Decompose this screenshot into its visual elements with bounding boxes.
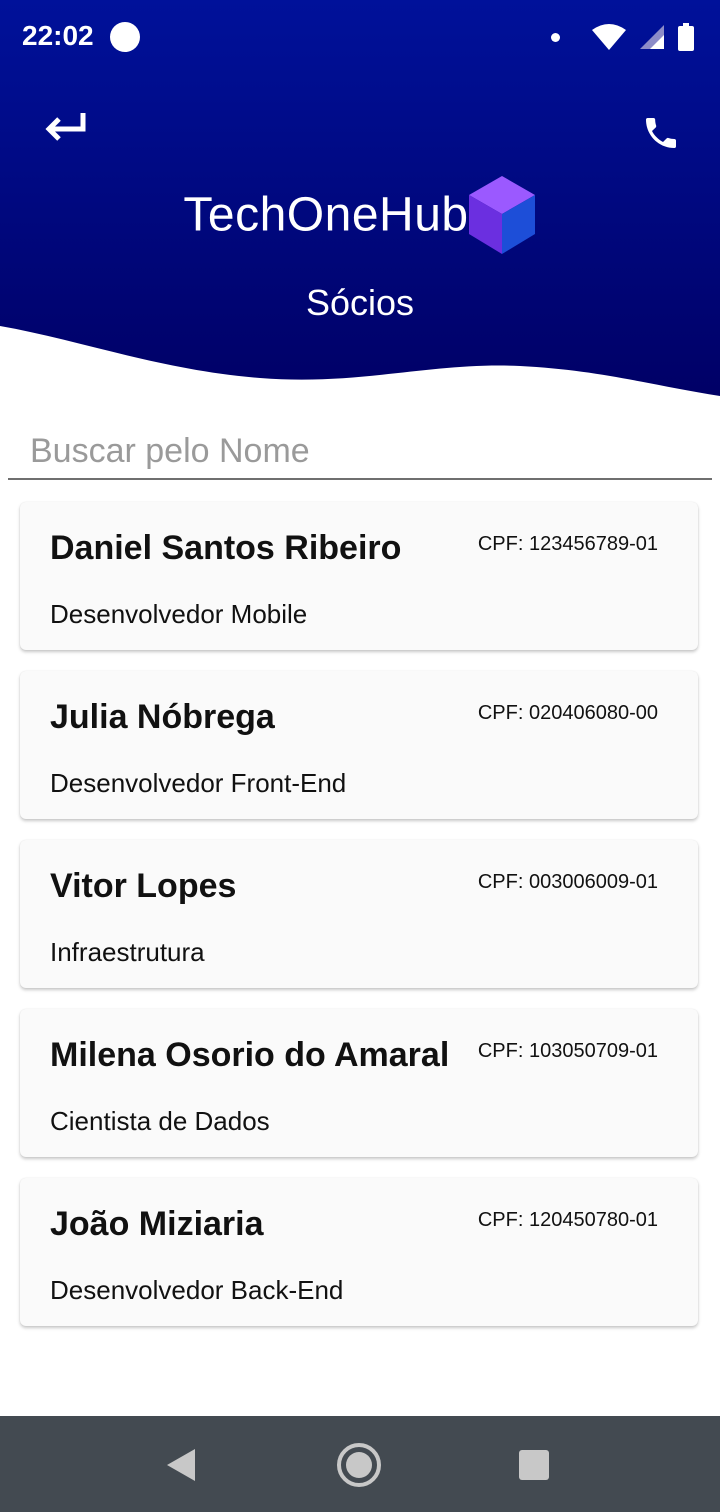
page-title: Sócios bbox=[305, 282, 415, 323]
nav-back-button[interactable] bbox=[156, 1440, 206, 1490]
partner-cpf: CPF: 003006009-01 bbox=[477, 871, 658, 893]
partner-role: Infraestrutura bbox=[50, 937, 205, 967]
wifi-icon bbox=[592, 24, 626, 50]
partner-cpf: CPF: 020406080-00 bbox=[477, 702, 658, 724]
app-header: 22:02 TechOneHub Sócios bbox=[0, 0, 720, 400]
partner-card[interactable]: João Miziaria CPF: 120450780-01 Desenvol… bbox=[20, 1178, 698, 1326]
status-time: 22:02 bbox=[22, 20, 94, 51]
partner-role: Desenvolvedor Mobile bbox=[50, 599, 308, 629]
partner-card[interactable]: Daniel Santos Ribeiro CPF: 123456789-01 … bbox=[20, 502, 698, 650]
battery-icon bbox=[678, 23, 694, 51]
status-bar: 22:02 bbox=[0, 0, 720, 74]
system-nav-bar bbox=[0, 1416, 720, 1512]
partner-role: Cientista de Dados bbox=[50, 1106, 270, 1136]
partner-role: Desenvolvedor Front-End bbox=[50, 768, 347, 798]
partner-card[interactable]: Vitor Lopes CPF: 003006009-01 Infraestru… bbox=[20, 840, 698, 988]
nav-home-button[interactable] bbox=[334, 1440, 384, 1490]
brand-name: TechOneHub bbox=[183, 188, 469, 242]
partner-list: Daniel Santos Ribeiro CPF: 123456789-01 … bbox=[20, 502, 700, 1347]
partner-cpf: CPF: 120450780-01 bbox=[477, 1209, 658, 1231]
partner-card[interactable]: Milena Osorio do Amaral CPF: 103050709-0… bbox=[20, 1009, 698, 1157]
back-button[interactable] bbox=[38, 98, 92, 152]
square-recents-icon bbox=[519, 1450, 549, 1480]
circle-home-icon bbox=[337, 1443, 381, 1487]
partner-name: Daniel Santos Ribeiro bbox=[50, 529, 402, 567]
partner-card[interactable]: Julia Nóbrega CPF: 020406080-00 Desenvol… bbox=[20, 671, 698, 819]
partner-name: Vitor Lopes bbox=[50, 867, 237, 905]
small-dot-icon bbox=[551, 32, 560, 42]
phone-icon bbox=[646, 118, 676, 148]
partner-role: Desenvolvedor Back-End bbox=[50, 1275, 344, 1305]
search-input[interactable] bbox=[8, 424, 712, 480]
partner-name: Milena Osorio do Amaral bbox=[50, 1036, 450, 1074]
nav-recents-button[interactable] bbox=[509, 1440, 559, 1490]
partner-cpf: CPF: 103050709-01 bbox=[477, 1040, 658, 1062]
notification-dot-icon bbox=[110, 22, 140, 52]
signal-icon bbox=[640, 25, 664, 49]
partner-name: João Miziaria bbox=[50, 1205, 264, 1243]
cube-logo-icon bbox=[468, 176, 535, 254]
return-arrow-icon bbox=[45, 113, 86, 141]
call-button[interactable] bbox=[632, 104, 690, 162]
status-icons bbox=[551, 22, 694, 52]
brand-logo: TechOneHub bbox=[0, 176, 720, 254]
partner-cpf: CPF: 123456789-01 bbox=[477, 533, 658, 555]
partner-name: Julia Nóbrega bbox=[50, 698, 275, 736]
triangle-back-icon bbox=[167, 1449, 195, 1481]
